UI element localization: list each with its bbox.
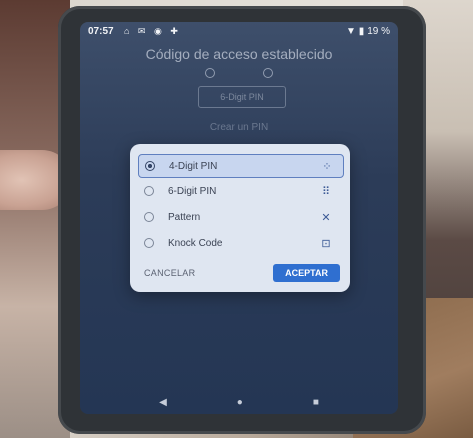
back-icon[interactable]: ◀: [159, 397, 167, 408]
radio-button[interactable]: [144, 212, 154, 222]
signal-battery-icons: ▼ ▮: [346, 26, 365, 37]
option-pattern[interactable]: Pattern ✕: [138, 206, 342, 228]
option-4-digit-pin[interactable]: 4-Digit PIN ⁘: [138, 154, 344, 178]
status-right: ▼ ▮ 19 %: [346, 26, 390, 37]
status-icons: ⌂ ✉ ◉ ✚: [124, 26, 181, 36]
background-chip-label: 6-Digit PIN: [220, 92, 264, 102]
cancel-button[interactable]: CANCELAR: [144, 268, 195, 278]
status-bar: 07:57 ⌂ ✉ ◉ ✚ ▼ ▮ 19 %: [80, 22, 398, 44]
device-screen: 07:57 ⌂ ✉ ◉ ✚ ▼ ▮ 19 % Código de acceso …: [80, 22, 398, 414]
dialog-buttons: CANCELAR ACEPTAR: [138, 262, 342, 284]
grid-4-icon: ⁘: [322, 160, 332, 173]
battery-level: 19 %: [367, 26, 390, 37]
status-time: 07:57: [88, 26, 114, 37]
radio-button[interactable]: [144, 238, 154, 248]
background-radio: [205, 68, 215, 78]
option-6-digit-pin[interactable]: 6-Digit PIN ⠿: [138, 180, 342, 202]
navigation-bar: ◀ ● ■: [80, 390, 398, 414]
radio-button[interactable]: [145, 161, 155, 171]
home-icon[interactable]: ●: [237, 397, 243, 408]
photo-frame: 07:57 ⌂ ✉ ◉ ✚ ▼ ▮ 19 % Código de acceso …: [0, 0, 473, 438]
option-label: Knock Code: [168, 237, 223, 249]
lock-type-dialog: 4-Digit PIN ⁘ 6-Digit PIN ⠿ Pattern ✕ Kn…: [130, 144, 350, 292]
option-label: 6-Digit PIN: [168, 185, 217, 197]
page-title: Código de acceso establecido: [145, 46, 333, 62]
accept-button[interactable]: ACEPTAR: [273, 264, 340, 282]
background-dots: [80, 68, 398, 78]
radio-button[interactable]: [144, 186, 154, 196]
background-link: Crear un PIN: [209, 122, 269, 133]
knock-code-icon: ⊡: [321, 237, 331, 250]
pattern-icon: ✕: [321, 211, 331, 224]
option-label: Pattern: [168, 211, 201, 223]
grid-6-icon: ⠿: [321, 185, 331, 198]
option-label: 4-Digit PIN: [169, 160, 218, 172]
background-radio: [263, 68, 273, 78]
background-chip: 6-Digit PIN: [198, 86, 286, 108]
recents-icon[interactable]: ■: [313, 397, 319, 408]
option-knock-code[interactable]: Knock Code ⊡: [138, 232, 342, 254]
